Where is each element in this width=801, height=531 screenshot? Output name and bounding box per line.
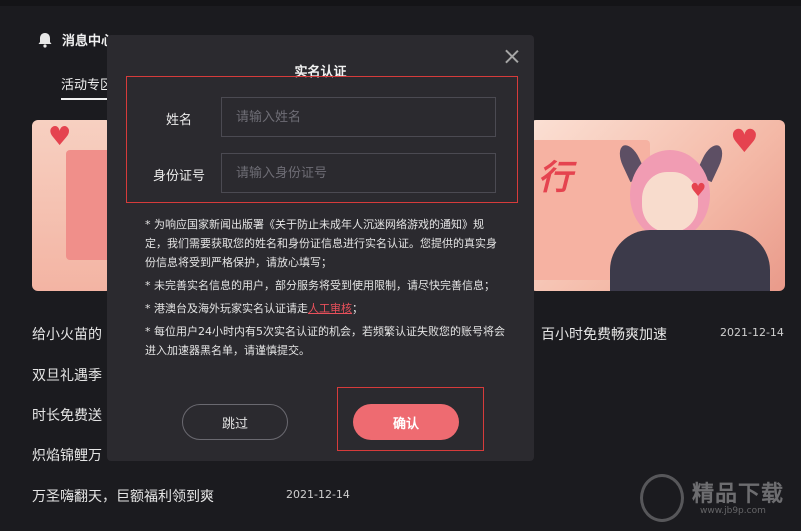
news-item[interactable]: 给小火苗的 — [32, 324, 102, 344]
message-center-header: 消息中心 — [36, 30, 114, 49]
watermark: 精品下载 www.jb9p.com — [640, 470, 800, 528]
banner-image-left[interactable]: ♥ — [32, 120, 112, 291]
bell-icon — [38, 32, 52, 48]
news-item[interactable]: 炽焰锦鲤万 — [32, 445, 102, 465]
character-body — [610, 230, 770, 291]
name-label: 姓名 — [165, 113, 192, 128]
news-item[interactable]: 双旦礼遇季 — [32, 365, 102, 385]
manual-review-link[interactable]: 人工审核 — [308, 302, 352, 315]
top-bar — [0, 0, 801, 6]
tab-underline — [61, 98, 107, 100]
news-date: 2021-12-14 — [286, 488, 350, 501]
banner-text: 行 — [538, 158, 572, 198]
news-item[interactable]: 万圣嗨翻天，巨额福利领到爽 — [32, 486, 214, 506]
skip-button[interactable]: 跳过 — [182, 404, 288, 440]
close-icon[interactable] — [504, 49, 520, 65]
real-name-auth-dialog: 实名认证 姓名 身份证号 * 为响应国家新闻出版署《关于防止未成年人沉迷网络游戏… — [107, 35, 534, 461]
news-date: 2021-12-14 — [720, 326, 784, 339]
news-item[interactable]: 时长免费送 — [32, 405, 102, 425]
news-item-title-end[interactable]: 百小时免费畅爽加速 — [541, 324, 667, 344]
heart-icon: ♥ — [48, 122, 72, 152]
id-number-input[interactable] — [221, 153, 496, 193]
notice-text-segment: * 港澳台及海外玩家实名认证请走 — [145, 302, 308, 315]
confirm-button[interactable]: 确认 — [353, 404, 459, 440]
envelope-graphic — [66, 150, 112, 260]
watermark-logo-icon — [640, 474, 684, 522]
notice-paragraph: * 港澳台及海外玩家实名认证请走人工审核； — [145, 299, 505, 318]
watermark-text: 精品下载 — [692, 482, 785, 507]
watermark-url: www.jb9p.com — [700, 506, 766, 516]
notice-paragraph: * 为响应国家新闻出版署《关于防止未成年人沉迷网络游戏的通知》规定，我们需要获取… — [145, 218, 497, 269]
tab-activity[interactable]: 活动专区 — [61, 74, 113, 93]
id-number-label: 身份证号 — [152, 169, 205, 184]
notice-paragraph: * 每位用户24小时内有5次实名认证的机会，若频繁认证失败您的账号将会进入加速器… — [145, 325, 505, 357]
notice-text-segment: ； — [352, 302, 363, 315]
notice-text: * 为响应国家新闻出版署《关于防止未成年人沉迷网络游戏的通知》规定，我们需要获取… — [145, 215, 505, 364]
banner-image-right[interactable]: 行 ♥ ♥ — [530, 120, 785, 291]
heart-icon: ♥ — [730, 122, 759, 160]
heart-icon: ♥ — [690, 180, 707, 201]
notice-paragraph: * 未完善实名信息的用户，部分服务将受到使用限制，请尽快完善信息； — [145, 279, 495, 292]
name-input[interactable] — [221, 97, 496, 137]
